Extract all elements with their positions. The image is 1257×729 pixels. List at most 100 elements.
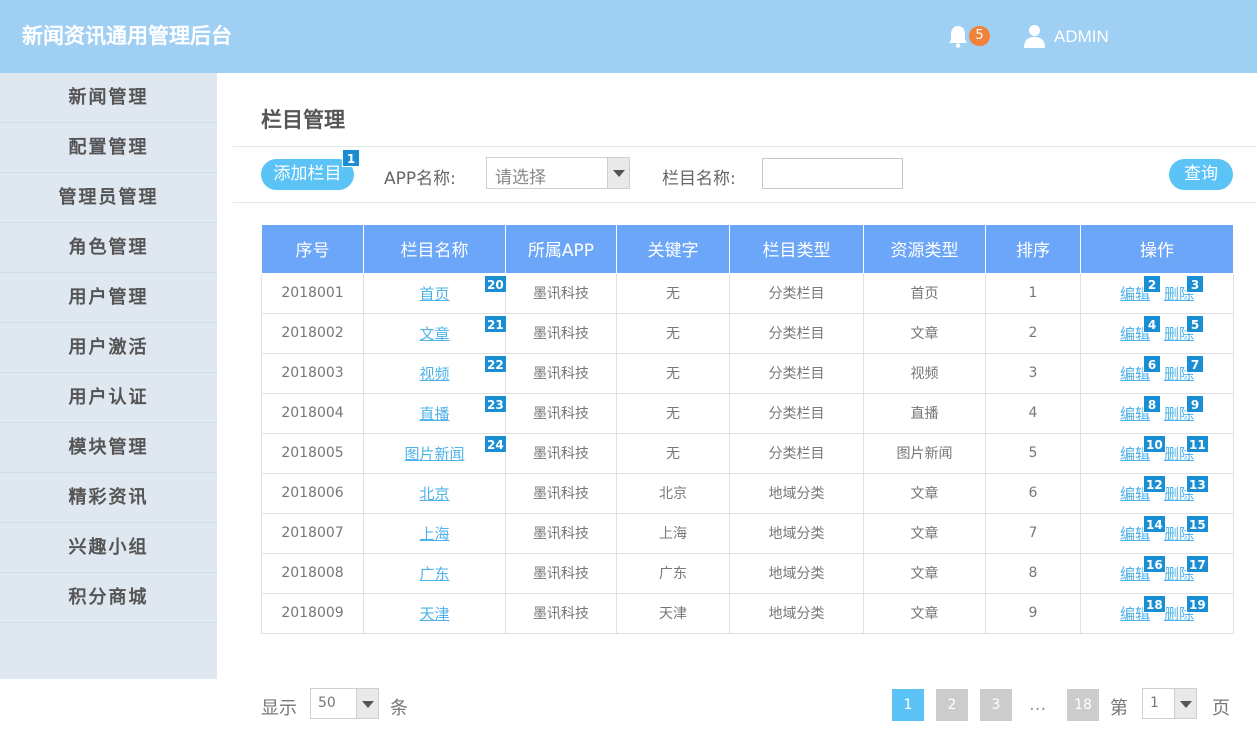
- column-header: 操作: [1080, 225, 1234, 274]
- app-select-value: 请选择: [495, 168, 546, 188]
- column-header: 栏目名称: [363, 225, 506, 274]
- chevron-down-icon[interactable]: [356, 689, 378, 718]
- cell-app: 墨讯科技: [505, 312, 617, 354]
- cell-resource: 视频: [863, 352, 986, 394]
- cell-resource: 图片新闻: [863, 432, 986, 474]
- cell-id: 2018006: [261, 472, 364, 514]
- column-header: 关键字: [616, 225, 730, 274]
- column-table: 序号 栏目名称 所属APP 关键字 栏目类型 资源类型 排序 操作 2018001 首页 20 墨讯…: [261, 225, 1234, 634]
- goto-page-select[interactable]: 1: [1142, 688, 1197, 719]
- cell-id: 2018009: [261, 592, 364, 634]
- cell-order: 2: [985, 312, 1081, 354]
- table-row: 2018008 广东 墨讯科技 广东 地域分类 文章 8 编辑 删除 16 17: [261, 552, 1234, 594]
- last-page-button[interactable]: 18: [1067, 689, 1099, 721]
- cell-type: 地域分类: [729, 552, 864, 594]
- cell-resource: 文章: [863, 312, 986, 354]
- cell-actions: 编辑 删除 2 3: [1080, 272, 1234, 314]
- cell-app: 墨讯科技: [505, 352, 617, 394]
- cell-keyword: 广东: [616, 552, 730, 594]
- cell-app: 墨讯科技: [505, 472, 617, 514]
- column-name-link[interactable]: 天津: [419, 605, 449, 623]
- user-icon[interactable]: [1024, 24, 1045, 48]
- chevron-down-icon[interactable]: [607, 158, 629, 188]
- sidebar-item[interactable]: 新闻管理: [0, 73, 217, 123]
- marker-tag: 14: [1143, 514, 1166, 533]
- cell-keyword: 无: [616, 432, 730, 474]
- app-select[interactable]: 请选择: [486, 157, 630, 189]
- table-row: 2018007 上海 墨讯科技 上海 地域分类 文章 7 编辑 删除 14 15: [261, 512, 1234, 554]
- pagination-ellipsis: ...: [1029, 694, 1047, 715]
- cell-app: 墨讯科技: [505, 432, 617, 474]
- cell-type: 地域分类: [729, 472, 864, 514]
- sidebar-item[interactable]: 精彩资讯: [0, 473, 217, 523]
- cell-name: 图片新闻 24: [363, 432, 507, 474]
- divider: [233, 202, 1257, 203]
- sidebar-item[interactable]: 角色管理: [0, 223, 217, 273]
- page-button[interactable]: 3: [980, 689, 1012, 721]
- cell-name: 视频 22: [363, 352, 507, 394]
- cell-app: 墨讯科技: [505, 552, 617, 594]
- add-column-button[interactable]: 添加栏目: [261, 159, 354, 190]
- marker-tag: 10: [1143, 434, 1166, 453]
- query-button[interactable]: 查询: [1169, 159, 1233, 190]
- cell-type: 分类栏目: [729, 272, 864, 314]
- cell-resource: 直播: [863, 392, 986, 434]
- cell-actions: 编辑 删除 12 13: [1080, 472, 1234, 514]
- marker-tag: 17: [1186, 554, 1209, 573]
- table-row: 2018003 视频 22 墨讯科技无分类栏目 视频 3 编辑 删除 6 7: [261, 352, 1234, 394]
- cell-order: 3: [985, 352, 1081, 394]
- sidebar-item[interactable]: 用户认证: [0, 373, 217, 423]
- cell-app: 墨讯科技: [505, 512, 617, 554]
- goto-page-value: 1: [1150, 695, 1159, 711]
- column-name-link[interactable]: 上海: [419, 525, 449, 543]
- cell-type: 地域分类: [729, 592, 864, 634]
- column-name-link[interactable]: 北京: [419, 485, 449, 503]
- marker-tag: 24: [484, 434, 507, 453]
- sidebar: 新闻管理 配置管理 管理员管理 角色管理 用户管理 用户激活 用户认证 模块管理 精彩资讯 兴趣小…: [0, 73, 217, 679]
- table-row: 2018002 文章 21 墨讯科技无分类栏目 文章 2 编辑 删除 4 5: [261, 312, 1234, 354]
- bell-icon[interactable]: [947, 24, 969, 48]
- chevron-down-icon[interactable]: [1174, 689, 1196, 718]
- table-row: 2018004 直播 23 墨讯科技无分类栏目 直播 4 编辑 删除 8 9: [261, 392, 1234, 434]
- column-name-link[interactable]: 直播: [419, 405, 449, 423]
- cell-order: 6: [985, 472, 1081, 514]
- page-size-select[interactable]: 50: [310, 688, 379, 719]
- column-name-link[interactable]: 视频: [419, 365, 449, 383]
- cell-actions: 编辑 删除 14 15: [1080, 512, 1234, 554]
- marker-tag: 16: [1143, 554, 1166, 573]
- sidebar-item[interactable]: 兴趣小组: [0, 523, 217, 573]
- column-name-link[interactable]: 图片新闻: [404, 445, 464, 463]
- column-name-link[interactable]: 广东: [419, 565, 449, 583]
- unit-label: 条: [390, 698, 408, 719]
- cell-resource: 文章: [863, 472, 986, 514]
- user-name[interactable]: ADMIN: [1054, 27, 1109, 47]
- page-button[interactable]: 1: [892, 689, 924, 721]
- page-button[interactable]: 2: [936, 689, 968, 721]
- cell-actions: 编辑 删除 18 19: [1080, 592, 1234, 634]
- table-row: 2018005 图片新闻 24 墨讯科技无分类栏目 图片新闻 5 编辑 删除 10 11: [261, 432, 1234, 474]
- column-name-input[interactable]: [762, 158, 903, 189]
- notification-badge: 5: [969, 26, 990, 46]
- marker-tag: 21: [484, 314, 507, 333]
- column-header: 栏目类型: [729, 225, 864, 274]
- show-label: 显示: [261, 698, 297, 719]
- column-name-link[interactable]: 文章: [419, 325, 449, 343]
- sidebar-item[interactable]: 模块管理: [0, 423, 217, 473]
- cell-id: 2018004: [261, 392, 364, 434]
- cell-resource: 文章: [863, 512, 986, 554]
- sidebar-item[interactable]: 积分商城: [0, 573, 217, 623]
- cell-keyword: 无: [616, 312, 730, 354]
- cell-resource: 首页: [863, 272, 986, 314]
- sidebar-item[interactable]: 用户激活: [0, 323, 217, 373]
- sidebar-item[interactable]: 管理员管理: [0, 173, 217, 223]
- sidebar-item[interactable]: 配置管理: [0, 123, 217, 173]
- cell-keyword: 无: [616, 392, 730, 434]
- cell-actions: 编辑 删除 4 5: [1080, 312, 1234, 354]
- cell-name: 广东: [363, 552, 506, 594]
- marker-tag: 15: [1186, 514, 1209, 533]
- marker-tag: 9: [1186, 394, 1204, 413]
- cell-actions: 编辑 删除 8 9: [1080, 392, 1234, 434]
- sidebar-item[interactable]: 用户管理: [0, 273, 217, 323]
- column-name-link[interactable]: 首页: [419, 285, 449, 303]
- marker-tag: 2: [1143, 274, 1161, 293]
